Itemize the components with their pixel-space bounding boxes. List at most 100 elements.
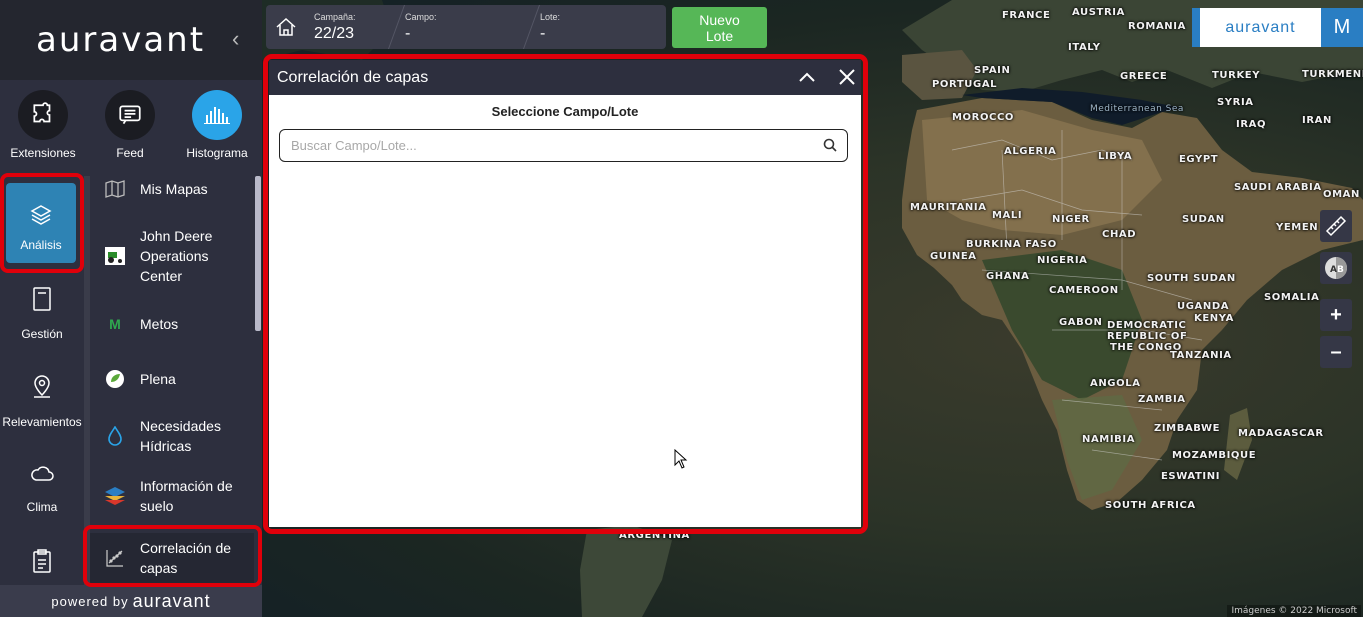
campaign-key: Campaña:	[314, 12, 356, 22]
map-label: CHAD	[1102, 229, 1137, 240]
panel-subtitle: Seleccione Campo/Lote	[491, 104, 639, 119]
powered-prefix: powered by	[51, 593, 129, 609]
search-icon[interactable]	[823, 138, 837, 152]
map-label: SPAIN	[974, 65, 1011, 76]
metos-icon: M	[109, 316, 121, 332]
extensions-bar: Extensiones Feed Histograma	[0, 80, 262, 176]
submenu-label: John Deere Operations Center	[140, 228, 213, 284]
tractor-icon	[90, 247, 140, 265]
field-value: -	[405, 25, 411, 42]
highlight-analisis	[0, 173, 84, 273]
water-drop-icon	[90, 426, 140, 446]
compare-ab-button[interactable]: AB	[1320, 252, 1352, 284]
compare-ab-icon: AB	[1325, 257, 1347, 279]
map-label: ESWATINI	[1161, 471, 1221, 482]
feed-button[interactable]: Feed	[87, 90, 173, 160]
badge-brand: auravant	[1225, 18, 1296, 36]
submenu-label: Información de suelo	[140, 478, 233, 514]
map-label: MALI	[992, 210, 1023, 221]
submenu-item-informacion-suelo[interactable]: Información de suelo	[90, 474, 254, 518]
map-label: SOUTH AFRICA	[1105, 500, 1196, 511]
map-label: PORTUGAL	[932, 79, 998, 90]
close-panel-button[interactable]	[833, 63, 861, 91]
lot-key: Lote:	[540, 12, 561, 22]
submenu-item-plena[interactable]: Plena	[90, 367, 254, 391]
map-label: ALGERIA	[1004, 146, 1057, 157]
puzzle-icon	[18, 90, 68, 140]
collapse-panel-button[interactable]	[793, 63, 821, 91]
field-key: Campo:	[405, 12, 437, 22]
lot-value: -	[540, 25, 546, 42]
submenu-item-mis-mapas[interactable]: Mis Mapas	[90, 176, 254, 202]
nav-item-clipboard[interactable]	[0, 548, 84, 579]
nav-item-gestion[interactable]: Gestión	[0, 286, 84, 341]
submenu-scrollbar[interactable]	[255, 176, 261, 331]
lot-selector[interactable]: Lote: -	[532, 5, 652, 49]
ruler-button[interactable]	[1320, 210, 1352, 242]
map-label: CAMEROON	[1049, 285, 1119, 296]
map-label: TURKMENIS	[1302, 69, 1363, 80]
map-label: SOMALIA	[1264, 292, 1320, 303]
map-label: DEMOCRATIC	[1107, 320, 1187, 331]
map-label: MOROCCO	[952, 112, 1015, 123]
powered-by-footer: powered by auravant	[0, 585, 262, 617]
notebook-icon	[0, 286, 84, 317]
new-lot-button[interactable]: Nuevo Lote	[672, 7, 767, 48]
histogram-button[interactable]: Histograma	[174, 90, 260, 160]
submenu-label: Mis Mapas	[140, 181, 208, 197]
map-label: NIGERIA	[1037, 255, 1088, 266]
powered-brand: auravant	[132, 590, 211, 611]
map-label: KENYA	[1194, 313, 1234, 324]
submenu-label: Plena	[140, 371, 176, 387]
brand-badge: auravant	[1192, 8, 1321, 47]
minus-icon: –	[1330, 340, 1342, 363]
plus-icon: +	[1330, 303, 1342, 326]
home-button[interactable]	[266, 5, 306, 49]
map-label: MADAGASCAR	[1238, 428, 1324, 439]
zoom-in-button[interactable]: +	[1320, 299, 1352, 331]
map-label: LIBYA	[1098, 151, 1133, 162]
map-label: ITALY	[1068, 42, 1101, 53]
map-label: BURKINA FASO	[966, 239, 1057, 250]
zoom-out-button[interactable]: –	[1320, 336, 1352, 368]
map-icon	[90, 180, 140, 198]
user-avatar[interactable]: M	[1321, 8, 1363, 47]
submenu-item-metos[interactable]: M Metos	[90, 312, 254, 336]
map-label: IRAN	[1302, 115, 1332, 126]
nav-item-relevamientos[interactable]: Relevamientos	[0, 374, 84, 429]
map-label: GABON	[1059, 317, 1103, 328]
map-label: REPUBLIC OF	[1107, 331, 1188, 342]
map-label: ANGOLA	[1090, 378, 1141, 389]
map-label: FRANCE	[1002, 10, 1051, 21]
map-label: SOUTH SUDAN	[1147, 273, 1236, 284]
map-pin-icon	[0, 374, 84, 405]
submenu-label: Necesidades Hídricas	[140, 418, 221, 454]
campaign-value: 22/23	[314, 25, 355, 42]
map-label: GHANA	[986, 271, 1030, 282]
collapse-sidebar-icon[interactable]: ‹	[232, 26, 239, 52]
map-label: TANZANIA	[1170, 350, 1232, 361]
extension-button[interactable]: Extensiones	[0, 90, 86, 160]
map-label: ROMANIA	[1128, 21, 1186, 32]
field-selector[interactable]: Campo: -	[397, 5, 531, 49]
search-input[interactable]	[291, 138, 811, 153]
map-label: AUSTRIA	[1072, 7, 1125, 18]
campaign-selector[interactable]: Campaña: 22/23	[306, 5, 396, 49]
submenu-item-necesidades-hidricas[interactable]: Necesidades Hídricas	[90, 414, 254, 458]
home-icon	[276, 17, 296, 36]
context-bar: Campaña: 22/23 Campo: - Lote: -	[266, 5, 666, 49]
search-field[interactable]	[279, 129, 848, 162]
map-label: NAMIBIA	[1082, 434, 1136, 445]
svg-text:B: B	[1337, 265, 1344, 275]
new-lot-label: Nuevo Lote	[699, 12, 740, 44]
map-label: EGYPT	[1179, 154, 1219, 165]
nav-label: Clima	[26, 500, 58, 514]
map-attribution: Imágenes © 2022 Microsoft	[1227, 605, 1361, 617]
submenu-item-john-deere[interactable]: John Deere Operations Center	[90, 220, 254, 292]
feed-icon	[105, 90, 155, 140]
nav-item-clima[interactable]: Clima	[0, 463, 84, 514]
panel-header: Correlación de capas	[269, 60, 861, 95]
sidebar-header: auravant	[0, 0, 262, 80]
map-label: YEMEN	[1276, 222, 1319, 233]
map-label: MAURITANIA	[910, 202, 987, 213]
